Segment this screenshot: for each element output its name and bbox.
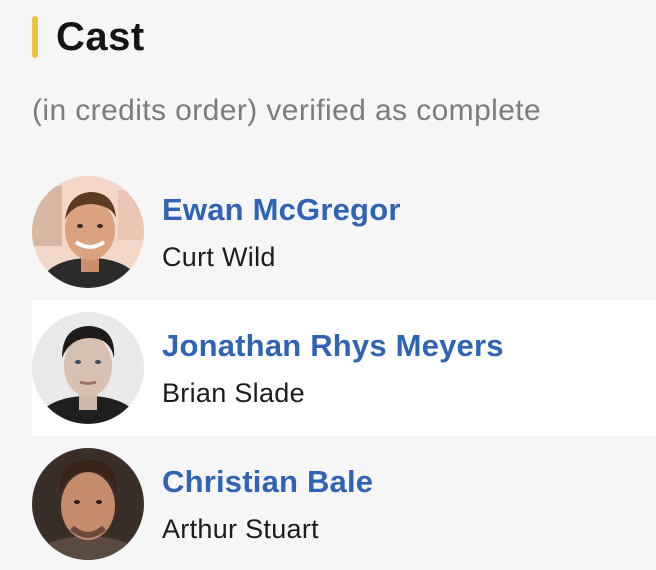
cast-list: Ewan McGregor Curt Wild Jonathan Rhys Me… bbox=[0, 164, 656, 570]
cast-text: Ewan McGregor Curt Wild bbox=[162, 191, 401, 273]
cast-row[interactable]: Jonathan Rhys Meyers Brian Slade bbox=[32, 300, 656, 436]
actor-photo-avatar[interactable] bbox=[32, 448, 144, 560]
section-subtitle: (in credits order) verified as complete bbox=[32, 94, 542, 127]
cast-row[interactable]: Christian Bale Arthur Stuart bbox=[0, 436, 656, 570]
actor-name-link[interactable]: Christian Bale bbox=[162, 463, 373, 501]
cast-text: Christian Bale Arthur Stuart bbox=[162, 463, 373, 545]
cast-row[interactable]: Ewan McGregor Curt Wild bbox=[0, 164, 656, 300]
actor-photo-avatar[interactable] bbox=[32, 176, 144, 288]
cast-section: Cast (in credits order) verified as comp… bbox=[0, 0, 656, 570]
character-name: Arthur Stuart bbox=[162, 514, 319, 544]
section-header: Cast bbox=[32, 12, 145, 62]
character-name: Curt Wild bbox=[162, 242, 276, 272]
actor-photo-icon bbox=[32, 312, 144, 424]
actor-photo-avatar[interactable] bbox=[32, 312, 144, 424]
cast-text: Jonathan Rhys Meyers Brian Slade bbox=[162, 327, 504, 409]
character-name: Brian Slade bbox=[162, 378, 305, 408]
actor-photo-icon bbox=[32, 176, 144, 288]
actor-photo-icon bbox=[32, 448, 144, 560]
actor-name-link[interactable]: Jonathan Rhys Meyers bbox=[162, 327, 504, 365]
section-title: Cast bbox=[56, 14, 145, 59]
actor-name-link[interactable]: Ewan McGregor bbox=[162, 191, 401, 229]
accent-bar bbox=[32, 16, 38, 58]
